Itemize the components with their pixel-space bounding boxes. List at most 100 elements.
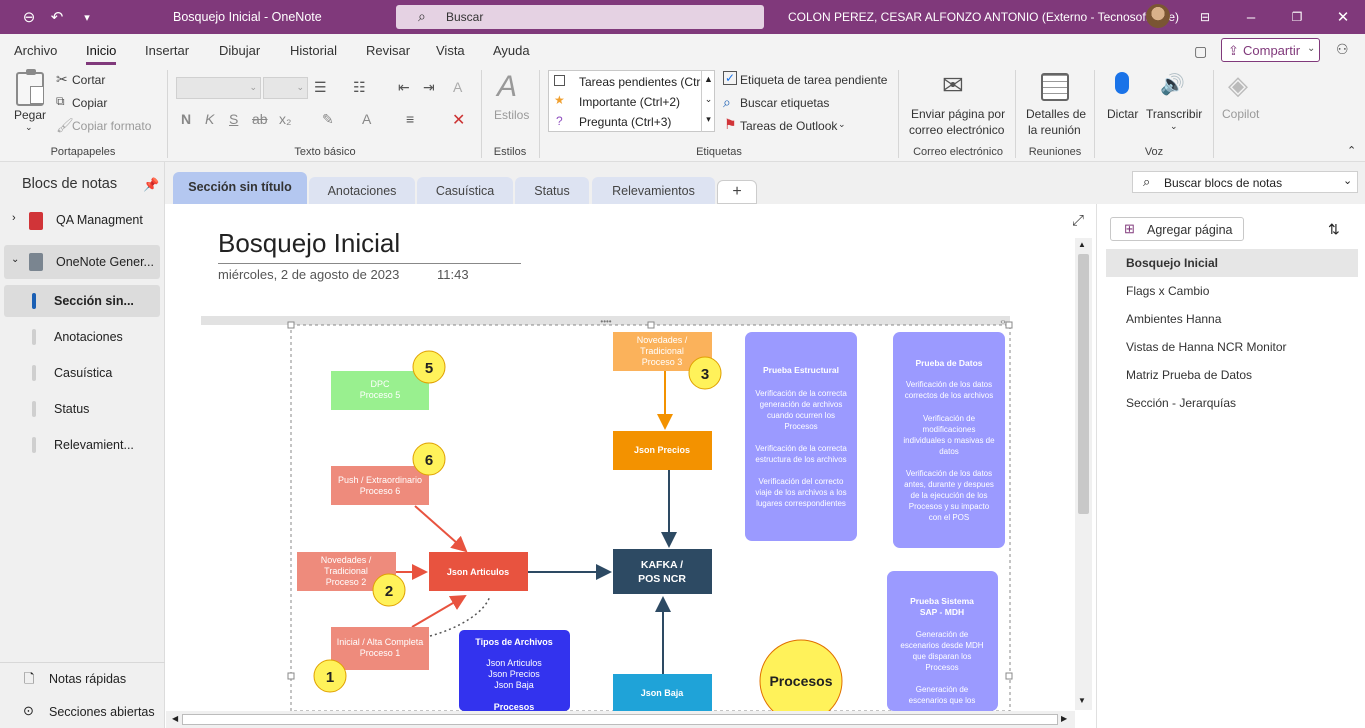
email-page-line1[interactable]: Enviar página por	[911, 107, 1005, 121]
box-inicial[interactable]: Inicial / Alta Completa Proceso 1	[331, 627, 429, 670]
section-item-relevamientos[interactable]: Relevamient...	[4, 429, 160, 461]
tab-anotaciones[interactable]: Anotaciones	[309, 177, 415, 204]
tags-gallery[interactable]: Tareas pendientes (Ctrl+1) ★ Importante …	[548, 70, 715, 132]
sort-icon[interactable]: ⇅	[1328, 221, 1340, 238]
page-title[interactable]: Bosquejo Inicial	[218, 228, 400, 259]
underline-icon[interactable]: S	[229, 111, 238, 127]
styles-button[interactable]: Estilos	[494, 108, 529, 122]
box-prueba-estructural[interactable]: Prueba Estructural Verificación de la co…	[745, 332, 857, 541]
subscript-icon[interactable]: x₂	[279, 111, 291, 127]
scroll-thumb[interactable]	[1078, 254, 1089, 514]
avatar[interactable]	[1146, 4, 1170, 28]
box-tipos-de-archivos[interactable]: Tipos de Archivos Json Articulos Json Pr…	[459, 630, 570, 711]
expand-icon[interactable]: ⤢	[1072, 212, 1084, 229]
meeting-details-line2[interactable]: la reunión	[1028, 123, 1081, 137]
box-json-baja[interactable]: Json Baja	[613, 674, 712, 711]
tab-status[interactable]: Status	[515, 177, 589, 204]
email-page-line2[interactable]: correo electrónico	[909, 123, 1004, 137]
tab-relevamientos[interactable]: Relevamientos	[592, 177, 715, 204]
microphone-icon[interactable]	[1115, 72, 1129, 94]
search-input[interactable]: ⌕ Buscar	[396, 5, 764, 29]
transcribe-button[interactable]: Transcribir	[1146, 107, 1202, 121]
tab-ayuda[interactable]: Ayuda	[493, 43, 530, 58]
section-item-casuistica[interactable]: Casuística	[4, 357, 160, 389]
quick-notes-button[interactable]: 🗋 Notas rápidas	[4, 663, 160, 695]
notebook-onenote-general[interactable]: ⌄ OneNote Gener...	[4, 245, 160, 279]
tag-todo[interactable]: Tareas pendientes (Ctrl+1)	[549, 72, 701, 92]
scroll-up-icon[interactable]: ▲	[1078, 240, 1086, 249]
strikethrough-icon[interactable]: ab	[252, 111, 268, 127]
chevron-right-icon[interactable]: ›	[12, 212, 16, 224]
open-sections-button[interactable]: ⊙ Secciones abiertas	[4, 696, 160, 728]
box-push[interactable]: Push / Extraordinario Proceso 6	[331, 466, 429, 505]
undo-icon[interactable]: ↶	[48, 8, 66, 26]
chevron-down-icon[interactable]: ⌄	[1170, 121, 1178, 132]
tab-vista[interactable]: Vista	[436, 43, 465, 58]
bold-icon[interactable]: N	[181, 111, 191, 127]
tab-inicio[interactable]: Inicio	[86, 43, 117, 65]
process-diagram[interactable]: •••• ‹› DPC Proceso 5 Push / Extraordina…	[201, 316, 1075, 711]
delete-icon[interactable]: ✕	[452, 110, 465, 130]
box-prueba-sistema-sap[interactable]: Prueba Sistema SAP - MDH Generación de e…	[887, 571, 998, 711]
user-name[interactable]: COLON PEREZ, CESAR ALFONZO ANTONIO (Exte…	[788, 10, 1179, 24]
tag-question[interactable]: ? Pregunta (Ctrl+3)	[549, 112, 701, 132]
tab-revisar[interactable]: Revisar	[366, 43, 410, 58]
todo-tag-button[interactable]: Etiqueta de tarea pendiente	[740, 73, 887, 87]
notebook-view-icon[interactable]: ▢	[1194, 43, 1207, 60]
copy-button[interactable]: Copiar	[72, 96, 107, 110]
scroll-up-icon[interactable]: ▲	[701, 71, 715, 91]
font-family-dropdown[interactable]: ⌄	[176, 77, 261, 99]
tab-dibujar[interactable]: Dibujar	[219, 43, 260, 58]
paste-icon[interactable]	[16, 69, 44, 106]
scroll-thumb[interactable]	[182, 714, 1058, 725]
tab-insertar[interactable]: Insertar	[145, 43, 189, 58]
tab-historial[interactable]: Historial	[290, 43, 337, 58]
notebook-search-input[interactable]: ⌕ Buscar blocs de notas ⌄	[1132, 171, 1358, 193]
chevron-down-icon[interactable]: ⌄	[1307, 43, 1315, 54]
styles-icon[interactable]: A	[497, 70, 517, 104]
box-dpc[interactable]: DPC Proceso 5	[331, 371, 429, 410]
paste-button[interactable]: Pegar	[14, 108, 46, 122]
box-json-articulos[interactable]: Json Articulos	[429, 552, 528, 591]
font-color-icon[interactable]: A	[362, 111, 371, 127]
tab-casuistica[interactable]: Casuística	[417, 177, 513, 204]
share-button[interactable]: ⇪ Compartir ⌄	[1221, 38, 1320, 62]
page-item[interactable]: Bosquejo Inicial	[1106, 249, 1358, 277]
format-painter-button[interactable]: Copiar formato	[72, 119, 151, 133]
tab-seccion-sin-titulo[interactable]: Sección sin título	[173, 172, 307, 204]
vertical-scrollbar[interactable]: ▲ ▼	[1075, 238, 1092, 710]
calendar-icon[interactable]	[1041, 73, 1069, 101]
highlight-icon[interactable]: ✎	[322, 111, 334, 128]
italic-icon[interactable]: K	[205, 111, 214, 127]
minimize-icon[interactable]: –	[1242, 8, 1260, 26]
align-icon[interactable]: ≡	[406, 111, 414, 127]
email-icon[interactable]: ✉	[942, 70, 964, 101]
ribbon-display-icon[interactable]: ⊟	[1196, 8, 1214, 26]
dictate-button[interactable]: Dictar	[1107, 107, 1138, 121]
feedback-icon[interactable]: ⚇	[1336, 41, 1349, 58]
tag-important[interactable]: ★ Importante (Ctrl+2)	[549, 92, 701, 112]
meeting-details-line1[interactable]: Detalles de	[1026, 107, 1086, 121]
chevron-down-icon[interactable]: ⌄	[1343, 174, 1352, 187]
copilot-button[interactable]: Copilot	[1222, 107, 1259, 121]
find-tags-button[interactable]: Buscar etiquetas	[740, 96, 829, 110]
collapse-ribbon-icon[interactable]: ⌃	[1347, 144, 1356, 157]
horizontal-scrollbar[interactable]: ◀ ▶	[166, 711, 1075, 728]
add-section-button[interactable]: +	[717, 180, 757, 204]
pin-icon[interactable]: 📌	[143, 177, 159, 193]
scroll-right-icon[interactable]: ▶	[1061, 714, 1067, 723]
page-item[interactable]: Flags x Cambio	[1106, 277, 1358, 305]
scroll-down-icon[interactable]: ⌄	[701, 91, 715, 111]
decrease-indent-icon[interactable]: ⇤	[398, 79, 410, 96]
close-icon[interactable]: ✕	[1334, 8, 1352, 26]
expand-gallery-icon[interactable]: ▾	[701, 111, 715, 132]
box-prueba-de-datos[interactable]: Prueba de Datos Verificación de los dato…	[893, 332, 1005, 548]
clear-format-icon[interactable]: A	[453, 79, 462, 95]
cut-button[interactable]: Cortar	[72, 73, 105, 87]
page-item[interactable]: Sección - Jerarquías	[1106, 389, 1358, 417]
back-icon[interactable]: ⊖	[20, 8, 38, 26]
add-page-button[interactable]: ⊞ Agregar página	[1110, 217, 1244, 241]
section-item-status[interactable]: Status	[4, 393, 160, 425]
tab-archivo[interactable]: Archivo	[14, 43, 57, 58]
section-item-anotaciones[interactable]: Anotaciones	[4, 321, 160, 353]
